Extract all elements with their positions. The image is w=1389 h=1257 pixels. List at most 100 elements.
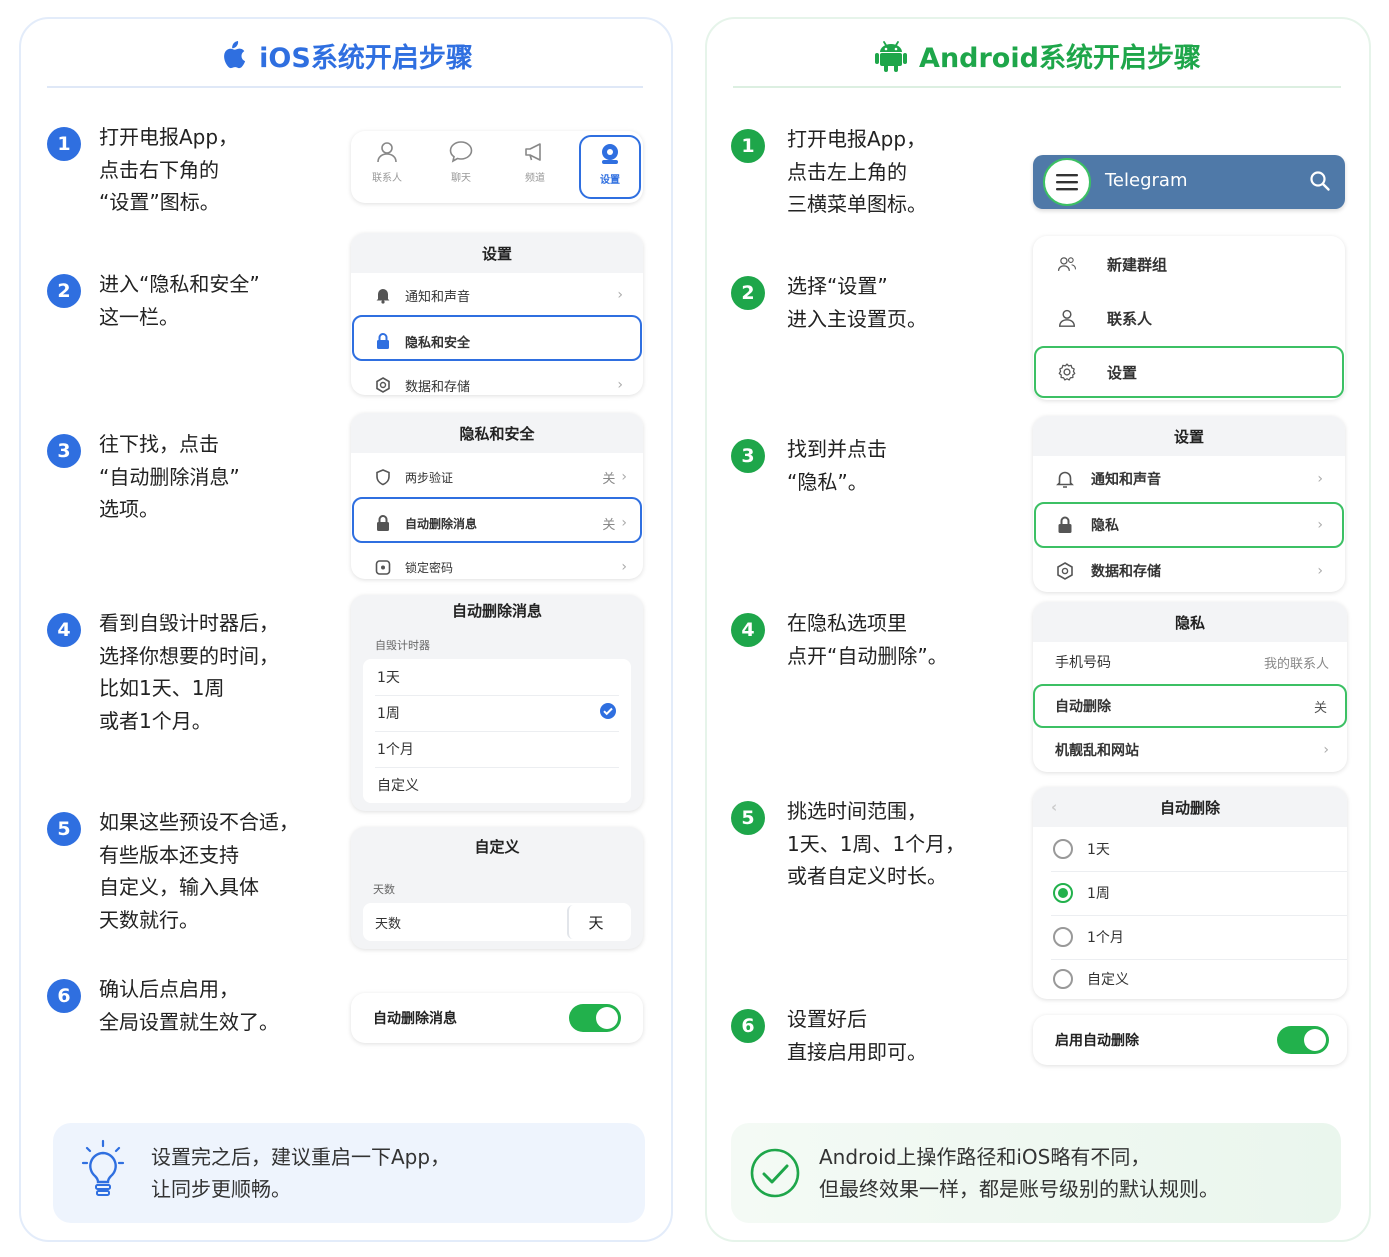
highlight-settings: [1034, 346, 1344, 398]
option-1-week[interactable]: 1周: [1033, 871, 1347, 915]
privacy-row-passcode[interactable]: 锁定密码 ›: [351, 545, 643, 579]
ios-toggle-card: 自动删除消息: [351, 993, 643, 1043]
back-arrow-icon[interactable]: ‹: [1051, 798, 1057, 816]
step-badge: 5: [731, 801, 765, 835]
chevron-right-icon: ›: [1317, 563, 1323, 579]
option-1-month[interactable]: 1个月: [363, 731, 631, 767]
option-1-month[interactable]: 1个月: [1033, 915, 1347, 959]
card-title: 自定义: [351, 827, 643, 865]
hamburger-menu-icon: [1056, 174, 1078, 191]
tab-channels[interactable]: 频道: [499, 139, 571, 184]
privacy-row-bots-websites[interactable]: 机靓乱和网站 ›: [1033, 728, 1347, 772]
step-text: 往下找，点击 “自动删除消息” 选项。: [99, 432, 240, 521]
checkmark-icon: [599, 702, 617, 724]
note-text: Android上操作路径和iOS略有不同， 但最终效果一样，都是账号级别的默认规则…: [819, 1145, 1219, 1201]
android-title-divider: [733, 86, 1341, 88]
settings-row-notifications[interactable]: 通知和声音 ›: [351, 273, 643, 317]
ios-privacy-card: 隐私和安全 两步验证 关 › 自动删除消息 关 › 锁定密码 ›: [351, 413, 643, 579]
android-settings-card: 设置 通知和声音 › 隐私 › 数据和存储 ›: [1033, 416, 1345, 592]
step-text: 打开电报App， 点击左上角的 三横菜单图标。: [787, 127, 927, 216]
option-list: 1天 1周 1个月 自定义: [363, 659, 631, 803]
ios-panel: iOS系统开启步骤 1 打开电报App， 点击右下角的 “设置”图标。 2 进入“隐…: [19, 17, 673, 1242]
android-toggle-card: 启用自动删除: [1033, 1015, 1347, 1065]
step-text: 如果这些预设不合适， 有些版本还支持 自定义，输入具体 天数就行。: [99, 810, 299, 932]
android-panel: Android系统开启步骤 1 打开电报App， 点击左上角的 三横菜单图标。 2 …: [705, 17, 1371, 1242]
note-text: 设置完之后，建议重启一下App， 让同步更顺畅。: [151, 1145, 451, 1201]
card-title: 隐私和安全: [351, 413, 643, 453]
hamburger-menu-button[interactable]: [1043, 158, 1091, 206]
option-custom[interactable]: 自定义: [1033, 957, 1347, 999]
shield-icon: [373, 467, 393, 487]
step-text: 打开电报App， 点击右下角的 “设置”图标。: [99, 125, 239, 214]
check-circle-icon: [749, 1147, 801, 1203]
auto-delete-toggle[interactable]: [569, 1004, 621, 1032]
step-text: 确认后点启用， 全局设置就生效了。: [99, 977, 279, 1034]
step-badge: 1: [731, 129, 765, 163]
megaphone-icon: [525, 143, 541, 161]
privacy-row-phone[interactable]: 手机号码 我的联系人: [1033, 640, 1347, 684]
ios-settings-card: 设置 通知和声音 › 隐私和安全 数据和存储 ›: [351, 233, 643, 395]
step-badge: 1: [47, 127, 81, 161]
settings-row-data[interactable]: 数据和存储 ›: [351, 363, 643, 395]
settings-gear-icon: [602, 144, 618, 164]
privacy-row-two-step[interactable]: 两步验证 关 ›: [351, 455, 643, 499]
enable-auto-delete-toggle[interactable]: [1277, 1026, 1329, 1054]
chevron-right-icon: ›: [621, 559, 627, 575]
step-badge: 5: [47, 812, 81, 846]
option-custom[interactable]: 自定义: [363, 767, 631, 803]
option-1-day[interactable]: 1天: [363, 659, 631, 695]
bell-icon: [373, 285, 393, 305]
group-icon: [1057, 254, 1077, 274]
step-text: 找到并点击 “隐私”。: [787, 437, 887, 494]
apple-icon: [224, 41, 246, 69]
card-title: ‹ 自动删除: [1033, 787, 1347, 827]
toggle-label: 自动删除消息: [373, 1011, 457, 1027]
step-badge: 6: [47, 979, 81, 1013]
highlight-privacy: [352, 315, 642, 361]
chevron-right-icon: ›: [621, 469, 627, 485]
card-title: 设置: [351, 233, 643, 273]
radio-button-selected[interactable]: [1053, 883, 1073, 903]
android-tip-note: Android上操作路径和iOS略有不同， 但最终效果一样，都是账号级别的默认规则…: [731, 1123, 1341, 1223]
chevron-right-icon: ›: [617, 287, 623, 303]
ios-tip-note: 设置完之后，建议重启一下App， 让同步更顺畅。: [53, 1123, 645, 1223]
step-badge: 3: [731, 439, 765, 473]
tab-chats[interactable]: 聊天: [425, 139, 497, 184]
radio-button[interactable]: [1053, 839, 1073, 859]
search-icon[interactable]: [1309, 170, 1331, 196]
highlight-privacy: [1034, 502, 1344, 548]
option-1-day[interactable]: 1天: [1033, 827, 1347, 871]
chat-bubble-icon: [449, 141, 473, 163]
tab-contacts[interactable]: 联系人: [351, 139, 423, 184]
chevron-right-icon: ›: [1323, 742, 1329, 758]
tab-settings[interactable]: 设置: [579, 135, 641, 199]
android-autodelete-card: ‹ 自动删除 1天 1周 1个月 自定义: [1033, 787, 1347, 999]
person-icon: [1057, 308, 1077, 328]
person-icon: [377, 142, 397, 163]
database-icon: [373, 375, 393, 395]
android-appbar: Telegram: [1033, 155, 1345, 209]
toggle-label: 启用自动删除: [1055, 1033, 1139, 1049]
step-text: 选择“设置” 进入主设置页。: [787, 274, 927, 331]
settings-row-data[interactable]: 数据和存储 ›: [1033, 548, 1345, 592]
step-text: 挑选时间范围， 1天、1周、1个月， 或者自定义时长。: [787, 799, 966, 888]
radio-button[interactable]: [1053, 969, 1073, 989]
highlight-auto-delete: [1033, 684, 1347, 728]
bell-icon: [1055, 469, 1075, 489]
keypad-icon: [373, 557, 393, 577]
option-1-week[interactable]: 1周: [363, 695, 631, 731]
menu-row-contacts[interactable]: 联系人: [1033, 292, 1345, 344]
step-badge: 2: [47, 274, 81, 308]
radio-button[interactable]: [1053, 927, 1073, 947]
appbar-title: Telegram: [1105, 170, 1188, 191]
section-header: 自毁计时器: [375, 639, 430, 652]
settings-row-notifications[interactable]: 通知和声音 ›: [1033, 456, 1345, 502]
step-text: 在隐私选项里 点开“自动删除”。: [787, 611, 948, 668]
database-icon: [1055, 561, 1075, 581]
android-privacy-card: 隐私 手机号码 我的联系人 自动删除 关 机靓乱和网站 ›: [1033, 602, 1347, 772]
card-title: 隐私: [1033, 602, 1347, 642]
menu-row-new-group[interactable]: 新建群组: [1033, 238, 1345, 290]
ios-autodelete-card: 自动删除消息 自毁计时器 1天 1周 1个月 自定义: [351, 595, 643, 811]
days-input[interactable]: 天: [567, 905, 623, 939]
chevron-right-icon: ›: [617, 377, 623, 393]
